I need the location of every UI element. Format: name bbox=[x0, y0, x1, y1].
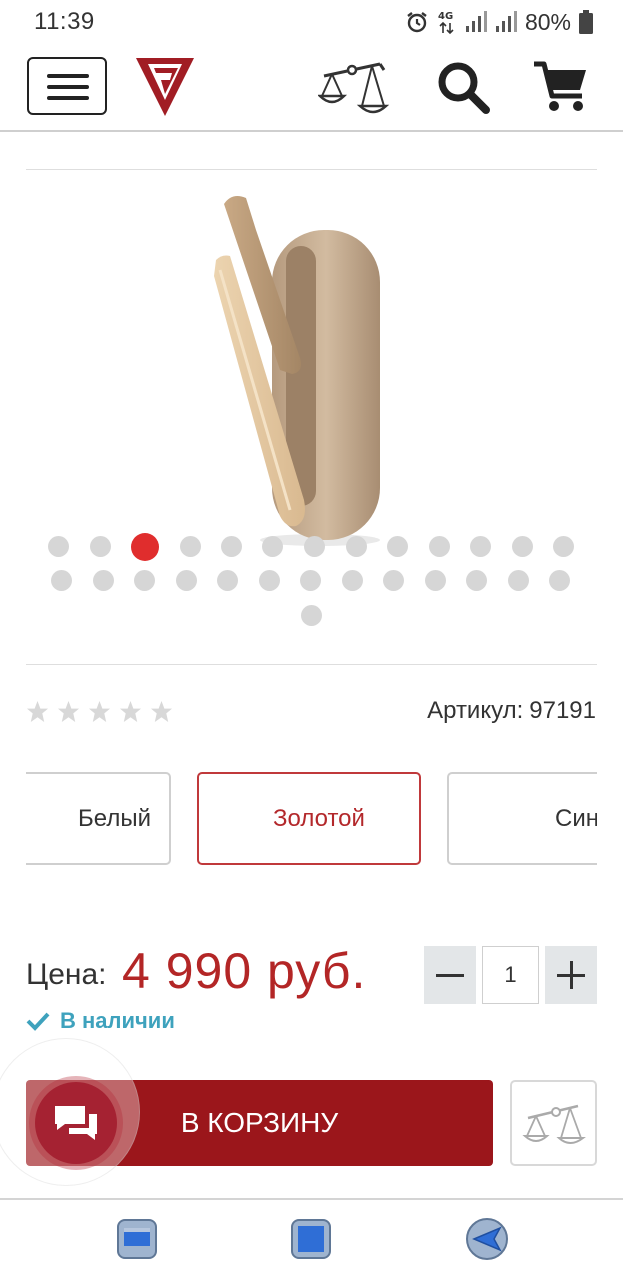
cart-icon[interactable] bbox=[532, 60, 588, 114]
compare-scales-icon bbox=[522, 1104, 586, 1144]
gallery-dot[interactable] bbox=[51, 570, 72, 591]
price-label: Цена: bbox=[26, 958, 107, 991]
gallery-dot[interactable] bbox=[466, 570, 487, 591]
gallery-dot[interactable] bbox=[262, 536, 283, 557]
variant-blue[interactable]: Син bbox=[447, 772, 597, 865]
recent-apps-icon[interactable] bbox=[114, 1216, 160, 1262]
gallery-dot-active[interactable] bbox=[131, 533, 159, 561]
gallery-dot[interactable] bbox=[259, 570, 280, 591]
price-value: 4 990 руб. bbox=[122, 943, 367, 999]
network-type-label: 4G bbox=[438, 11, 453, 22]
gallery-dot[interactable] bbox=[176, 570, 197, 591]
star-icon[interactable] bbox=[88, 700, 111, 723]
gallery-dot[interactable] bbox=[512, 536, 533, 557]
gallery-dot[interactable] bbox=[304, 536, 325, 557]
home-icon[interactable] bbox=[288, 1216, 334, 1262]
gallery-dot[interactable] bbox=[300, 570, 321, 591]
gallery-dot[interactable] bbox=[470, 536, 491, 557]
status-icons: 4G 80% bbox=[405, 8, 593, 36]
quantity-increase-button[interactable] bbox=[545, 946, 597, 1004]
gallery-dot[interactable] bbox=[346, 536, 367, 557]
status-bar: 11:39 4G 80% bbox=[0, 0, 623, 44]
status-time: 11:39 bbox=[34, 8, 95, 35]
site-header bbox=[0, 44, 623, 132]
gallery-dot[interactable] bbox=[508, 570, 529, 591]
check-icon bbox=[26, 1012, 50, 1031]
compare-button[interactable] bbox=[510, 1080, 597, 1166]
back-icon[interactable] bbox=[464, 1216, 510, 1262]
battery-percent: 80% bbox=[524, 8, 571, 35]
gallery-dot[interactable] bbox=[549, 570, 570, 591]
star-icon[interactable] bbox=[57, 700, 80, 723]
article-number: Артикул: 97191 bbox=[427, 697, 596, 725]
signal-icon bbox=[495, 11, 517, 32]
gallery-dot[interactable] bbox=[553, 536, 574, 557]
chat-icon bbox=[55, 1106, 97, 1140]
product-image[interactable] bbox=[200, 190, 400, 550]
gallery-dot[interactable] bbox=[301, 605, 322, 626]
gallery-dot[interactable] bbox=[221, 536, 242, 557]
gallery-dot[interactable] bbox=[93, 570, 114, 591]
availability-status: В наличии bbox=[26, 1008, 175, 1034]
article-value: 97191 bbox=[529, 697, 596, 724]
divider bbox=[26, 664, 597, 665]
battery-icon bbox=[579, 10, 593, 34]
divider bbox=[26, 169, 597, 170]
article-label: Артикул: bbox=[427, 697, 524, 724]
star-icon[interactable] bbox=[119, 700, 142, 723]
menu-button[interactable] bbox=[27, 57, 107, 115]
gallery-dot[interactable] bbox=[180, 536, 201, 557]
quantity-input[interactable]: 1 bbox=[482, 946, 539, 1004]
signal-icon bbox=[465, 11, 487, 32]
add-to-cart-label: В КОРЗИНУ bbox=[180, 1107, 339, 1138]
gallery-dot[interactable] bbox=[387, 536, 408, 557]
gallery-dot[interactable] bbox=[48, 536, 69, 557]
variant-gold[interactable]: Золотой bbox=[197, 772, 421, 865]
product-page: 11:39 4G 80% Артикул: 97191 Белый Золото… bbox=[0, 0, 623, 1280]
network-4g-icon: 4G bbox=[438, 11, 454, 35]
gallery-dot[interactable] bbox=[90, 536, 111, 557]
availability-text: В наличии bbox=[60, 1008, 175, 1033]
gallery-dot[interactable] bbox=[425, 570, 446, 591]
gallery-dot[interactable] bbox=[383, 570, 404, 591]
star-icon[interactable] bbox=[26, 700, 49, 723]
star-icon[interactable] bbox=[150, 700, 173, 723]
variant-white[interactable]: Белый bbox=[26, 772, 171, 865]
rating-stars[interactable] bbox=[26, 700, 173, 723]
search-icon[interactable] bbox=[436, 60, 492, 116]
gallery-dot[interactable] bbox=[134, 570, 155, 591]
system-nav-bar bbox=[0, 1200, 623, 1280]
color-variants: Белый Золотой Син bbox=[26, 772, 597, 866]
alarm-icon bbox=[407, 12, 427, 33]
gallery-dot[interactable] bbox=[429, 536, 450, 557]
gallery-dot[interactable] bbox=[217, 570, 238, 591]
logo[interactable] bbox=[134, 56, 196, 118]
gallery-dot[interactable] bbox=[342, 570, 363, 591]
chat-button[interactable] bbox=[35, 1082, 117, 1164]
quantity-decrease-button[interactable] bbox=[424, 946, 476, 1004]
compare-scales-icon[interactable] bbox=[318, 56, 392, 116]
